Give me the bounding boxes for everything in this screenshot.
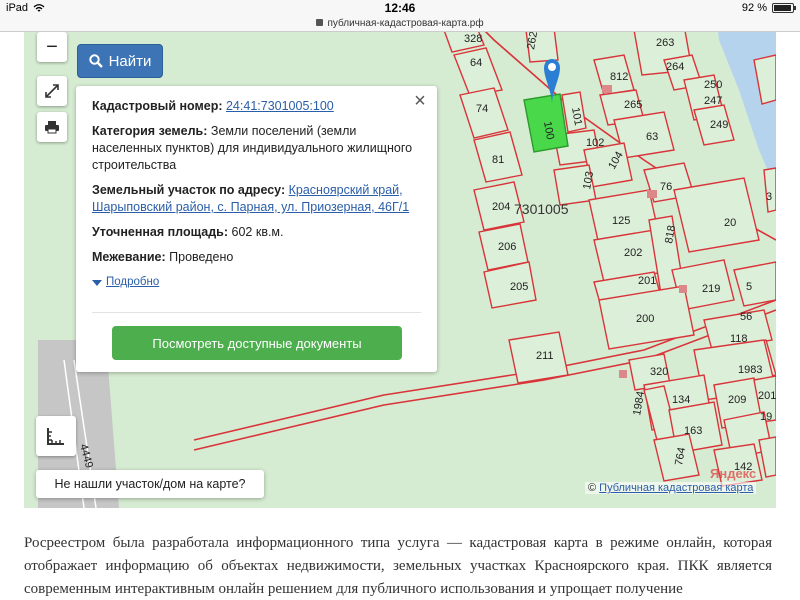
parcels-layer (443, 24, 776, 487)
zoom-out-button[interactable]: − (37, 32, 67, 62)
parcel-label: 2011 (758, 390, 776, 402)
area-label: Уточненная площадь: (92, 225, 229, 239)
screen: 328 262 263 64 264 812 250 247 74 101 265 249 100 102… (0, 0, 800, 600)
parcel-label: 249 (710, 119, 728, 131)
status-bar: iPad 12:46 92 % (0, 0, 800, 16)
status-time: 12:46 (384, 1, 416, 15)
search-icon (88, 54, 103, 68)
map-copyright: © Публичная кадастровая карта (585, 482, 757, 494)
not-found-label: Не нашли участок/дом на карте? (54, 477, 246, 491)
copyright-symbol: © (588, 482, 597, 494)
browser-url-bar[interactable]: публичная-кадастровая-карта.рф (0, 16, 800, 32)
close-icon[interactable]: × (411, 91, 429, 111)
parcel-label: 163 (684, 425, 702, 437)
parcel-label: 5 (746, 281, 752, 293)
parcel-label: 211 (536, 350, 554, 362)
chevron-down-icon (92, 279, 102, 286)
parcel-label: 76 (660, 181, 672, 193)
parcel-label: 81 (492, 154, 504, 166)
ruler-icon (47, 428, 64, 445)
parcel-label: 204 (492, 201, 510, 213)
parcel-label: 264 (666, 61, 684, 73)
parcel-label: 247 (704, 95, 722, 107)
parcel-label: 20 (724, 217, 736, 229)
parcel-label: 201 (638, 275, 656, 287)
parcel-label: 19 (760, 411, 772, 423)
parcel-label: 812 (610, 71, 628, 83)
expand-icon (45, 84, 59, 98)
address-label: Земельный участок по адресу: (92, 183, 286, 197)
printer-icon (45, 121, 59, 134)
copyright-link[interactable]: Публичная кадастровая карта (599, 482, 753, 494)
status-right: 92 % (741, 2, 796, 14)
article-paragraph: Росреестром была разработала информацион… (24, 535, 772, 597)
parcel-label: 102 (586, 137, 604, 149)
battery-icon (772, 3, 796, 13)
parcel-label: 263 (656, 37, 674, 49)
cadastral-label: Кадастровый номер: (92, 99, 223, 113)
parcel-label: 1984 (631, 390, 647, 416)
cadastral-number-link[interactable]: 24:41:7301005:100 (226, 99, 334, 113)
yandex-logo: Яндекс (710, 466, 757, 481)
parcel-label: 209 (728, 394, 746, 406)
parcel-label: 206 (498, 241, 516, 253)
category-row: Категория земель: Земли поселений (земли… (92, 123, 421, 174)
parcel-label: 63 (646, 131, 658, 143)
parcel-label: 74 (476, 103, 488, 115)
parcel-info-card: × Кадастровый номер: 24:41:7301005:100 К… (76, 86, 437, 372)
more-details-label: Подробно (106, 276, 160, 288)
parcel-label: 328 (464, 33, 482, 45)
divider (92, 312, 421, 313)
survey-value: Проведено (169, 250, 234, 264)
find-button-label: Найти (108, 52, 152, 70)
parcel-label: 56 (740, 311, 752, 323)
zoom-out-label: − (46, 35, 58, 58)
parcel-label: 3 (766, 191, 772, 203)
print-button[interactable] (37, 112, 67, 142)
view-documents-button[interactable]: Посмотреть доступные документы (112, 326, 402, 360)
survey-label: Межевание: (92, 250, 166, 264)
battery-percent: 92 % (741, 2, 767, 14)
lock-icon (316, 19, 324, 26)
more-details-link[interactable]: Подробно (92, 274, 421, 291)
survey-row: Межевание: Проведено (92, 249, 421, 266)
parcel-label: 219 (702, 283, 720, 295)
parcel-label: 202 (624, 247, 642, 259)
parcel-label: 320 (650, 366, 668, 378)
parcel-label: 1983 (738, 364, 762, 376)
ruler-button[interactable] (36, 416, 76, 456)
view-documents-label: Посмотреть доступные документы (152, 335, 362, 351)
parcel-label: 64 (470, 57, 482, 69)
cadastral-row: Кадастровый номер: 24:41:7301005:100 (92, 98, 421, 115)
find-button[interactable]: Найти (77, 44, 163, 78)
quarter-label: 7301005 (514, 201, 569, 217)
parcel-label: 205 (510, 281, 528, 293)
not-found-button[interactable]: Не нашли участок/дом на карте? (36, 470, 264, 498)
area-value: 602 кв.м. (231, 225, 284, 239)
parcel-label: 265 (624, 99, 642, 111)
area-row: Уточненная площадь: 602 кв.м. (92, 224, 421, 241)
category-label: Категория земель: (92, 124, 208, 138)
address-row: Земельный участок по адресу: Красноярски… (92, 182, 421, 216)
parcel-label: 118 (730, 333, 748, 345)
parcel-label: 134 (672, 394, 690, 406)
url-text: публичная-кадастровая-карта.рф (327, 18, 484, 29)
parcel-label: 125 (612, 215, 630, 227)
fullscreen-button[interactable] (37, 76, 67, 106)
parcel-label: 200 (636, 313, 654, 325)
parcel-label: 250 (704, 79, 722, 91)
